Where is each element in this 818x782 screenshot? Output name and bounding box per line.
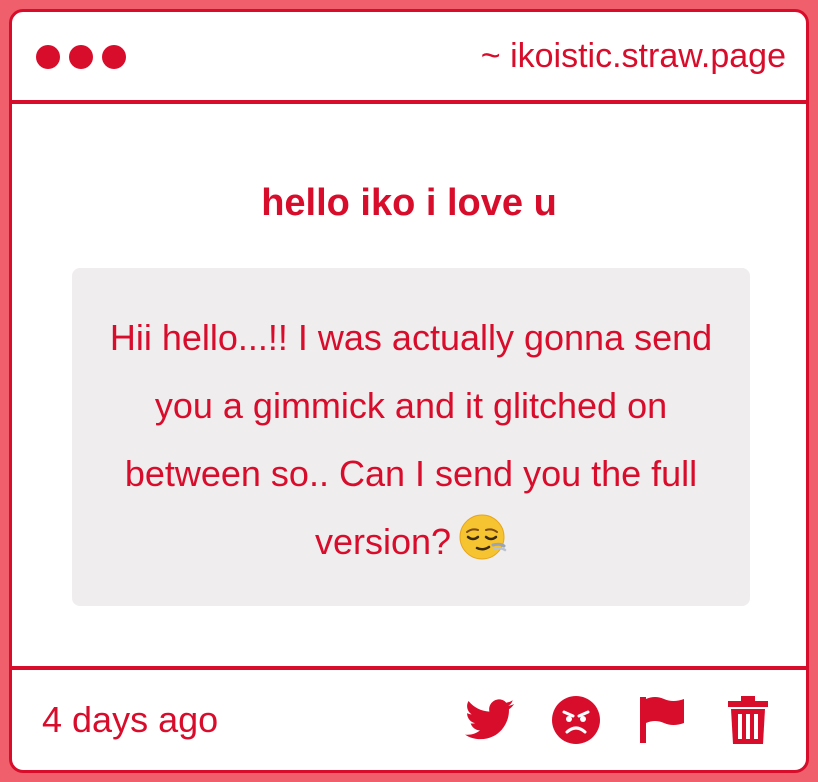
flag-icon[interactable] — [636, 694, 688, 746]
message-box: Hii hello...!! I was actually gonna send… — [72, 268, 750, 606]
twitter-icon[interactable] — [464, 694, 516, 746]
window-dot — [102, 45, 126, 69]
window-dot — [69, 45, 93, 69]
page-frame: ~ ikoistic.straw.page hello iko i love u… — [0, 0, 818, 782]
window-dots — [36, 45, 126, 69]
message-paragraph: Hii hello...!! I was actually gonna send… — [102, 304, 720, 576]
post-title: hello iko i love u — [261, 182, 557, 224]
footer-actions — [464, 694, 774, 746]
card-header: ~ ikoistic.straw.page — [12, 12, 806, 104]
card-body: hello iko i love u Hii hello...!! I was … — [12, 104, 806, 664]
message-card: ~ ikoistic.straw.page hello iko i love u… — [9, 9, 809, 773]
window-dot — [36, 45, 60, 69]
message-text: Hii hello...!! I was actually gonna send… — [109, 317, 713, 562]
site-url[interactable]: ~ ikoistic.straw.page — [481, 36, 786, 76]
relieved-face-emoji-icon — [457, 512, 507, 562]
post-timestamp: 4 days ago — [42, 699, 219, 740]
trash-icon[interactable] — [722, 694, 774, 746]
card-footer: 4 days ago — [12, 666, 806, 770]
angry-face-icon[interactable] — [550, 694, 602, 746]
